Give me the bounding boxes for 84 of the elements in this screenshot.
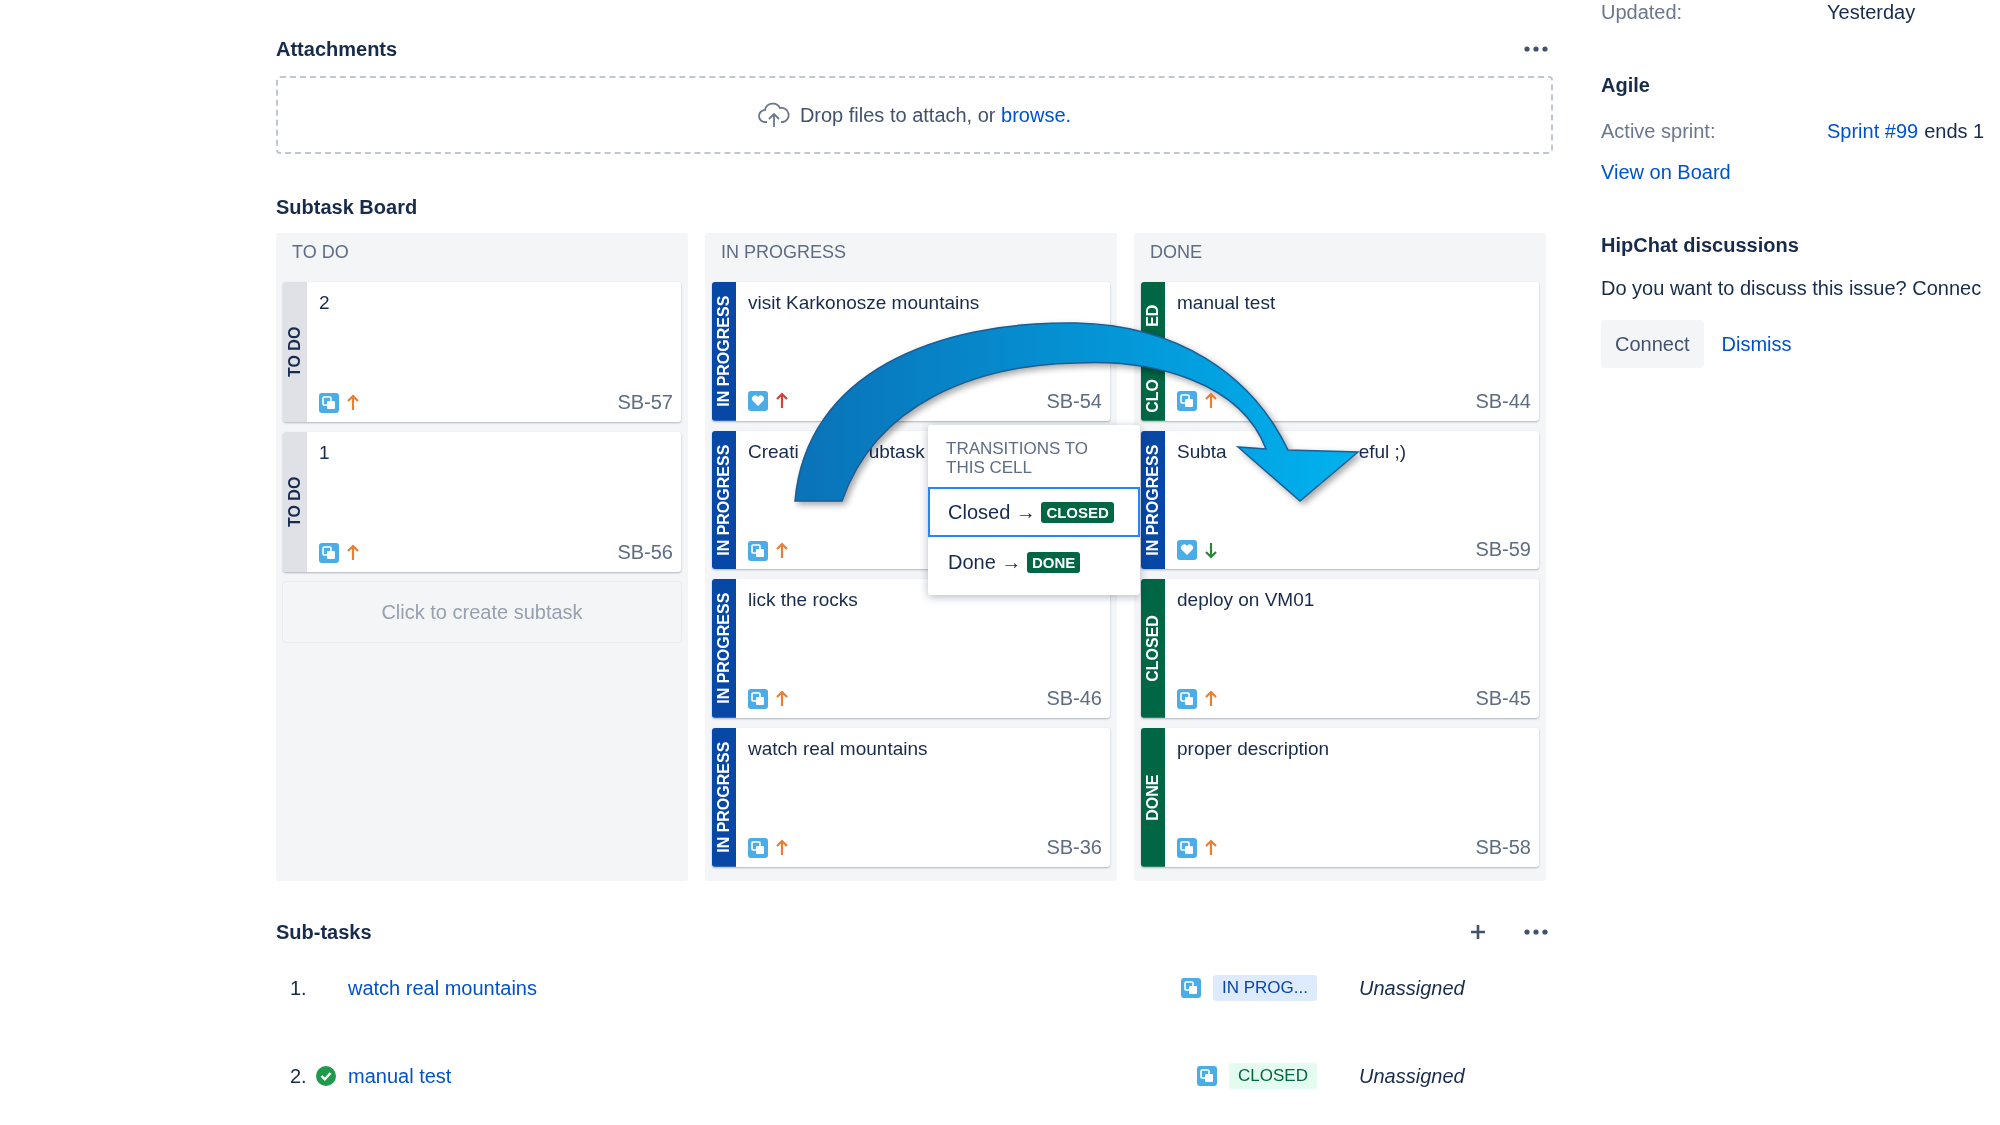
upload-cloud-icon (757, 102, 790, 128)
subtask-icon (1197, 1066, 1218, 1086)
subtask-icon (748, 837, 768, 858)
subtask-link[interactable]: watch real mountains (348, 976, 537, 999)
status-stripe: IN PROGRESS (712, 579, 736, 719)
card-title: Creati (748, 440, 799, 464)
subtask-icon (1177, 688, 1197, 709)
card-title: deploy on VM01 (1177, 589, 1315, 613)
issue-key: SB-58 (1475, 836, 1531, 859)
subtask-link[interactable]: manual test (348, 1064, 452, 1087)
subtask-icon (319, 392, 339, 413)
subtask-icon (1177, 837, 1197, 858)
status-stripe: IN PROGRESS (712, 430, 736, 570)
assignee-text: Unassigned (1358, 976, 1466, 1000)
subtask-card[interactable]: TO DO 2 SB-57 (283, 282, 681, 422)
connect-button[interactable]: Connect (1601, 320, 1704, 368)
issue-key: SB-45 (1475, 687, 1531, 711)
subtask-card[interactable]: IN PROGRESS lick the rocks SB-46 (712, 579, 1110, 719)
add-icon[interactable] (1470, 924, 1486, 940)
drop-files-text: Drop files to attach, or browse. (799, 103, 1072, 127)
card-title: manual test (1177, 291, 1276, 315)
card-title: 2 (319, 292, 330, 315)
hipchat-prompt-text: Do you want to discuss this issue? Connec (1601, 277, 1983, 300)
sprint-end-text: ends 1 (1924, 120, 1985, 142)
card-title: proper description (1177, 738, 1330, 762)
status-stripe: TO DO (283, 282, 307, 422)
issue-key: SB-46 (1046, 687, 1102, 711)
column-title: DONE (1149, 241, 1203, 264)
row-number: 1. (289, 976, 308, 1000)
status-stripe: DONE (1141, 728, 1165, 867)
card-title: lick the rocks (748, 589, 858, 613)
status-stripe: IN PROGRESS (1141, 430, 1165, 570)
issue-key: SB-57 (617, 391, 673, 414)
subtask-icon (319, 542, 339, 563)
card-title: eful ;) (1358, 440, 1407, 464)
status-stripe: IN PROGRESS (712, 728, 736, 867)
subtask-card[interactable]: CLO ED manual test SB-44 (1141, 281, 1539, 421)
section-title: Attachments (276, 37, 399, 61)
subtask-card[interactable]: DONE proper description SB-58 (1141, 728, 1539, 867)
more-icon[interactable] (1524, 929, 1548, 935)
column-title: IN PROGRESS (720, 241, 848, 264)
card-title: watch real mountains (748, 738, 928, 762)
field-label: Active sprint: (1601, 119, 1717, 143)
field-value: Yesterday (1827, 0, 1916, 24)
issue-key: SB-44 (1475, 389, 1531, 413)
card-title: Subta (1177, 440, 1227, 464)
section-title: Subtask Board (276, 196, 419, 219)
status-lozenge: DONE (1026, 551, 1081, 573)
subtask-icon (748, 541, 768, 562)
section-title: Sub-tasks (276, 920, 373, 944)
more-icon[interactable] (1524, 46, 1548, 52)
subtask-icon (1177, 391, 1197, 412)
card-title: 1 (319, 442, 330, 465)
drop-zone[interactable]: Drop files to attach, or browse. (276, 76, 1553, 154)
subtask-card[interactable]: TO DO 1 SB-56 (283, 432, 681, 572)
subtask-icon (748, 688, 768, 709)
popup-title: TRANSITIONS TO THIS CELL (945, 439, 1089, 477)
status-lozenge: IN PROG... (1213, 975, 1317, 1001)
browse-link[interactable]: browse. (1001, 103, 1072, 126)
issue-key: SB-54 (1046, 389, 1102, 413)
subtask-card[interactable]: IN PROGRESS Subta eful ;) SB-59 (1141, 430, 1539, 570)
view-on-board-link[interactable]: View on Board (1601, 161, 2000, 184)
issue-key: SB-36 (1046, 836, 1102, 859)
card-title: ubtask (868, 440, 925, 464)
subtask-card[interactable]: CLOSED deploy on VM01 SB-45 (1141, 579, 1539, 719)
status-stripe: TO DO (283, 432, 307, 572)
section-title: Agile (1601, 74, 1651, 97)
transition-option[interactable]: Closed → CLOSED (928, 487, 1140, 537)
section-title: HipChat discussions (1601, 234, 1800, 257)
row-number: 2. (289, 1064, 308, 1088)
assignee-text: Unassigned (1358, 1064, 1466, 1088)
card-title: visit Karkonosze mountains (748, 291, 980, 315)
sprint-link[interactable]: Sprint #99 (1827, 120, 1919, 142)
issue-key: SB-56 (617, 541, 673, 564)
dismiss-button[interactable]: Dismiss (1707, 320, 1806, 368)
subtask-card[interactable]: IN PROGRESS watch real mountains SB-36 (712, 728, 1110, 867)
status-lozenge: CLOSED (1229, 1063, 1317, 1089)
column-title: TO DO (291, 241, 350, 264)
status-stripe: IN PROGRESS (712, 281, 736, 421)
subtask-icon (1181, 978, 1202, 998)
field-label: Updated: (1601, 0, 1684, 24)
issue-key: SB-59 (1475, 538, 1531, 562)
status-lozenge: CLOSED (1041, 501, 1114, 523)
status-stripe: CLOSED (1141, 579, 1165, 719)
